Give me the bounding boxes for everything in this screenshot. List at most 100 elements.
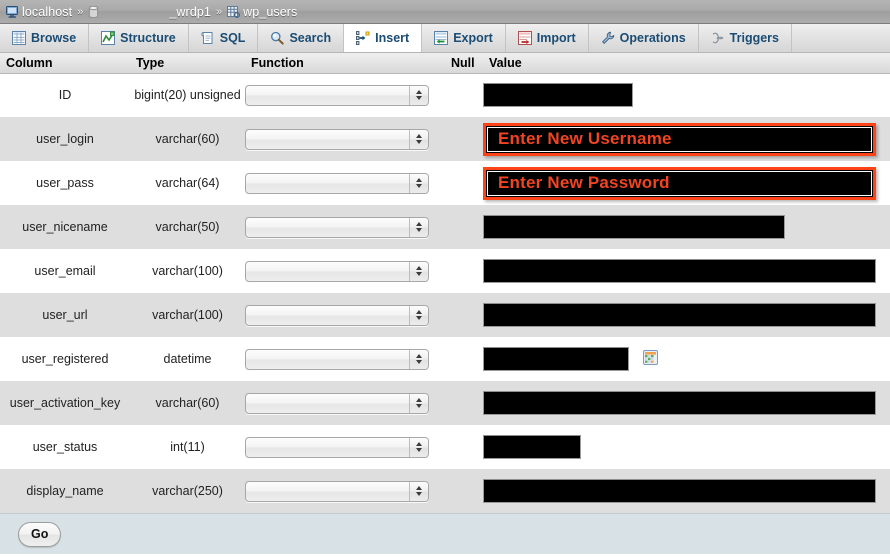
table-row: user_url varchar(100) <box>0 293 890 337</box>
breadcrumb-table[interactable]: wp_users <box>227 5 297 19</box>
cell-column-name: user_registered <box>0 337 130 381</box>
cell-column-name: user_login <box>0 117 130 161</box>
cell-column-type: datetime <box>130 337 245 381</box>
cell-value: Enter New Username <box>483 117 890 161</box>
select-stepper-icon <box>409 349 428 369</box>
operations-icon <box>601 31 615 45</box>
value-input[interactable] <box>483 347 629 371</box>
insert-form-table: Column Type Function Null Value ID bigint… <box>0 53 890 513</box>
function-select[interactable] <box>245 84 429 106</box>
breadcrumb-database-label[interactable]: _wrdp1 <box>169 5 211 19</box>
cell-null <box>445 249 483 293</box>
tab-export[interactable]: Export <box>422 24 506 52</box>
export-icon <box>434 31 449 45</box>
cell-value <box>483 205 890 249</box>
function-select[interactable] <box>245 480 429 502</box>
value-wrapper: Enter New Username <box>483 122 890 156</box>
value-input-highlighted[interactable]: Enter New Username <box>483 122 876 156</box>
function-select[interactable] <box>245 436 429 458</box>
value-wrapper <box>483 391 890 415</box>
breadcrumb-separator-1: » <box>77 5 84 18</box>
value-input[interactable] <box>483 435 581 459</box>
table-header-row: Column Type Function Null Value <box>0 53 890 74</box>
cell-null <box>445 161 483 205</box>
tab-import-label: Import <box>536 31 576 45</box>
function-select[interactable] <box>245 304 429 326</box>
value-wrapper <box>483 259 890 283</box>
header-type[interactable]: Type <box>130 53 245 74</box>
import-icon <box>517 31 532 45</box>
function-select[interactable] <box>245 260 429 282</box>
value-wrapper <box>483 215 890 239</box>
select-stepper-icon <box>409 261 428 281</box>
cell-function <box>245 205 445 249</box>
table-row: ID bigint(20) unsigned <box>0 73 890 117</box>
tab-browse[interactable]: Browse <box>0 24 90 52</box>
tab-triggers[interactable]: Triggers <box>699 24 792 52</box>
function-select[interactable] <box>245 128 429 150</box>
table-row: user_nicename varchar(50) <box>0 205 890 249</box>
tab-sql[interactable]: SQL <box>189 24 259 52</box>
tab-operations-label: Operations <box>619 31 686 45</box>
function-select[interactable] <box>245 392 429 414</box>
tab-operations[interactable]: Operations <box>589 24 699 52</box>
value-input[interactable] <box>483 83 633 108</box>
cell-null <box>445 117 483 161</box>
cell-column-type: varchar(50) <box>130 205 245 249</box>
breadcrumb-server[interactable]: localhost <box>6 5 72 19</box>
select-stepper-icon <box>409 85 428 105</box>
cell-null <box>445 337 483 381</box>
cell-column-type: varchar(60) <box>130 381 245 425</box>
function-select[interactable] <box>245 172 429 194</box>
table-row: user_email varchar(100) <box>0 249 890 293</box>
calendar-icon[interactable] <box>643 350 658 368</box>
value-input-highlighted[interactable]: Enter New Password <box>483 166 876 200</box>
breadcrumb-server-label: localhost <box>22 4 73 19</box>
value-input[interactable] <box>483 215 785 239</box>
value-wrapper <box>483 479 890 503</box>
breadcrumb: localhost » _wrdp1 » wp_users <box>0 0 890 24</box>
table-row: user_pass varchar(64) Enter New Password <box>0 161 890 205</box>
tab-insert[interactable]: Insert <box>343 24 423 52</box>
cell-value <box>483 293 890 337</box>
value-wrapper <box>483 347 890 371</box>
cell-function <box>245 161 445 205</box>
tab-structure[interactable]: Structure <box>89 24 189 52</box>
cell-null <box>445 205 483 249</box>
function-select[interactable] <box>245 348 429 370</box>
tab-insert-label: Insert <box>375 31 410 45</box>
cell-value <box>483 425 890 469</box>
select-stepper-icon <box>409 129 428 149</box>
cell-column-name: user_email <box>0 249 130 293</box>
value-input[interactable] <box>483 391 876 415</box>
value-wrapper: Enter New Password <box>483 166 890 200</box>
sql-icon <box>201 31 215 45</box>
value-wrapper <box>483 83 890 108</box>
tabbar-filler <box>792 24 890 52</box>
value-input[interactable] <box>483 303 876 327</box>
cell-null <box>445 425 483 469</box>
cell-column-name: user_url <box>0 293 130 337</box>
tab-search[interactable]: Search <box>258 24 345 52</box>
tab-search-label: Search <box>289 31 332 45</box>
go-button[interactable]: Go <box>18 521 62 547</box>
structure-icon <box>101 31 116 45</box>
cell-column-type: varchar(250) <box>130 469 245 513</box>
cell-value: Enter New Password <box>483 161 890 205</box>
cell-function <box>245 73 445 117</box>
cell-function <box>245 381 445 425</box>
tab-import[interactable]: Import <box>506 24 589 52</box>
server-icon <box>6 5 19 18</box>
cell-value <box>483 73 890 117</box>
database-icon <box>88 5 99 18</box>
search-icon <box>270 31 285 45</box>
header-function[interactable]: Function <box>245 53 445 74</box>
cell-value <box>483 469 890 513</box>
header-value: Value <box>483 53 890 74</box>
value-input[interactable] <box>483 479 876 503</box>
value-input[interactable] <box>483 259 876 283</box>
breadcrumb-table-label: wp_users <box>243 4 298 19</box>
function-select[interactable] <box>245 216 429 238</box>
select-stepper-icon <box>409 481 428 501</box>
table-row: user_login varchar(60) Enter New Username <box>0 117 890 161</box>
